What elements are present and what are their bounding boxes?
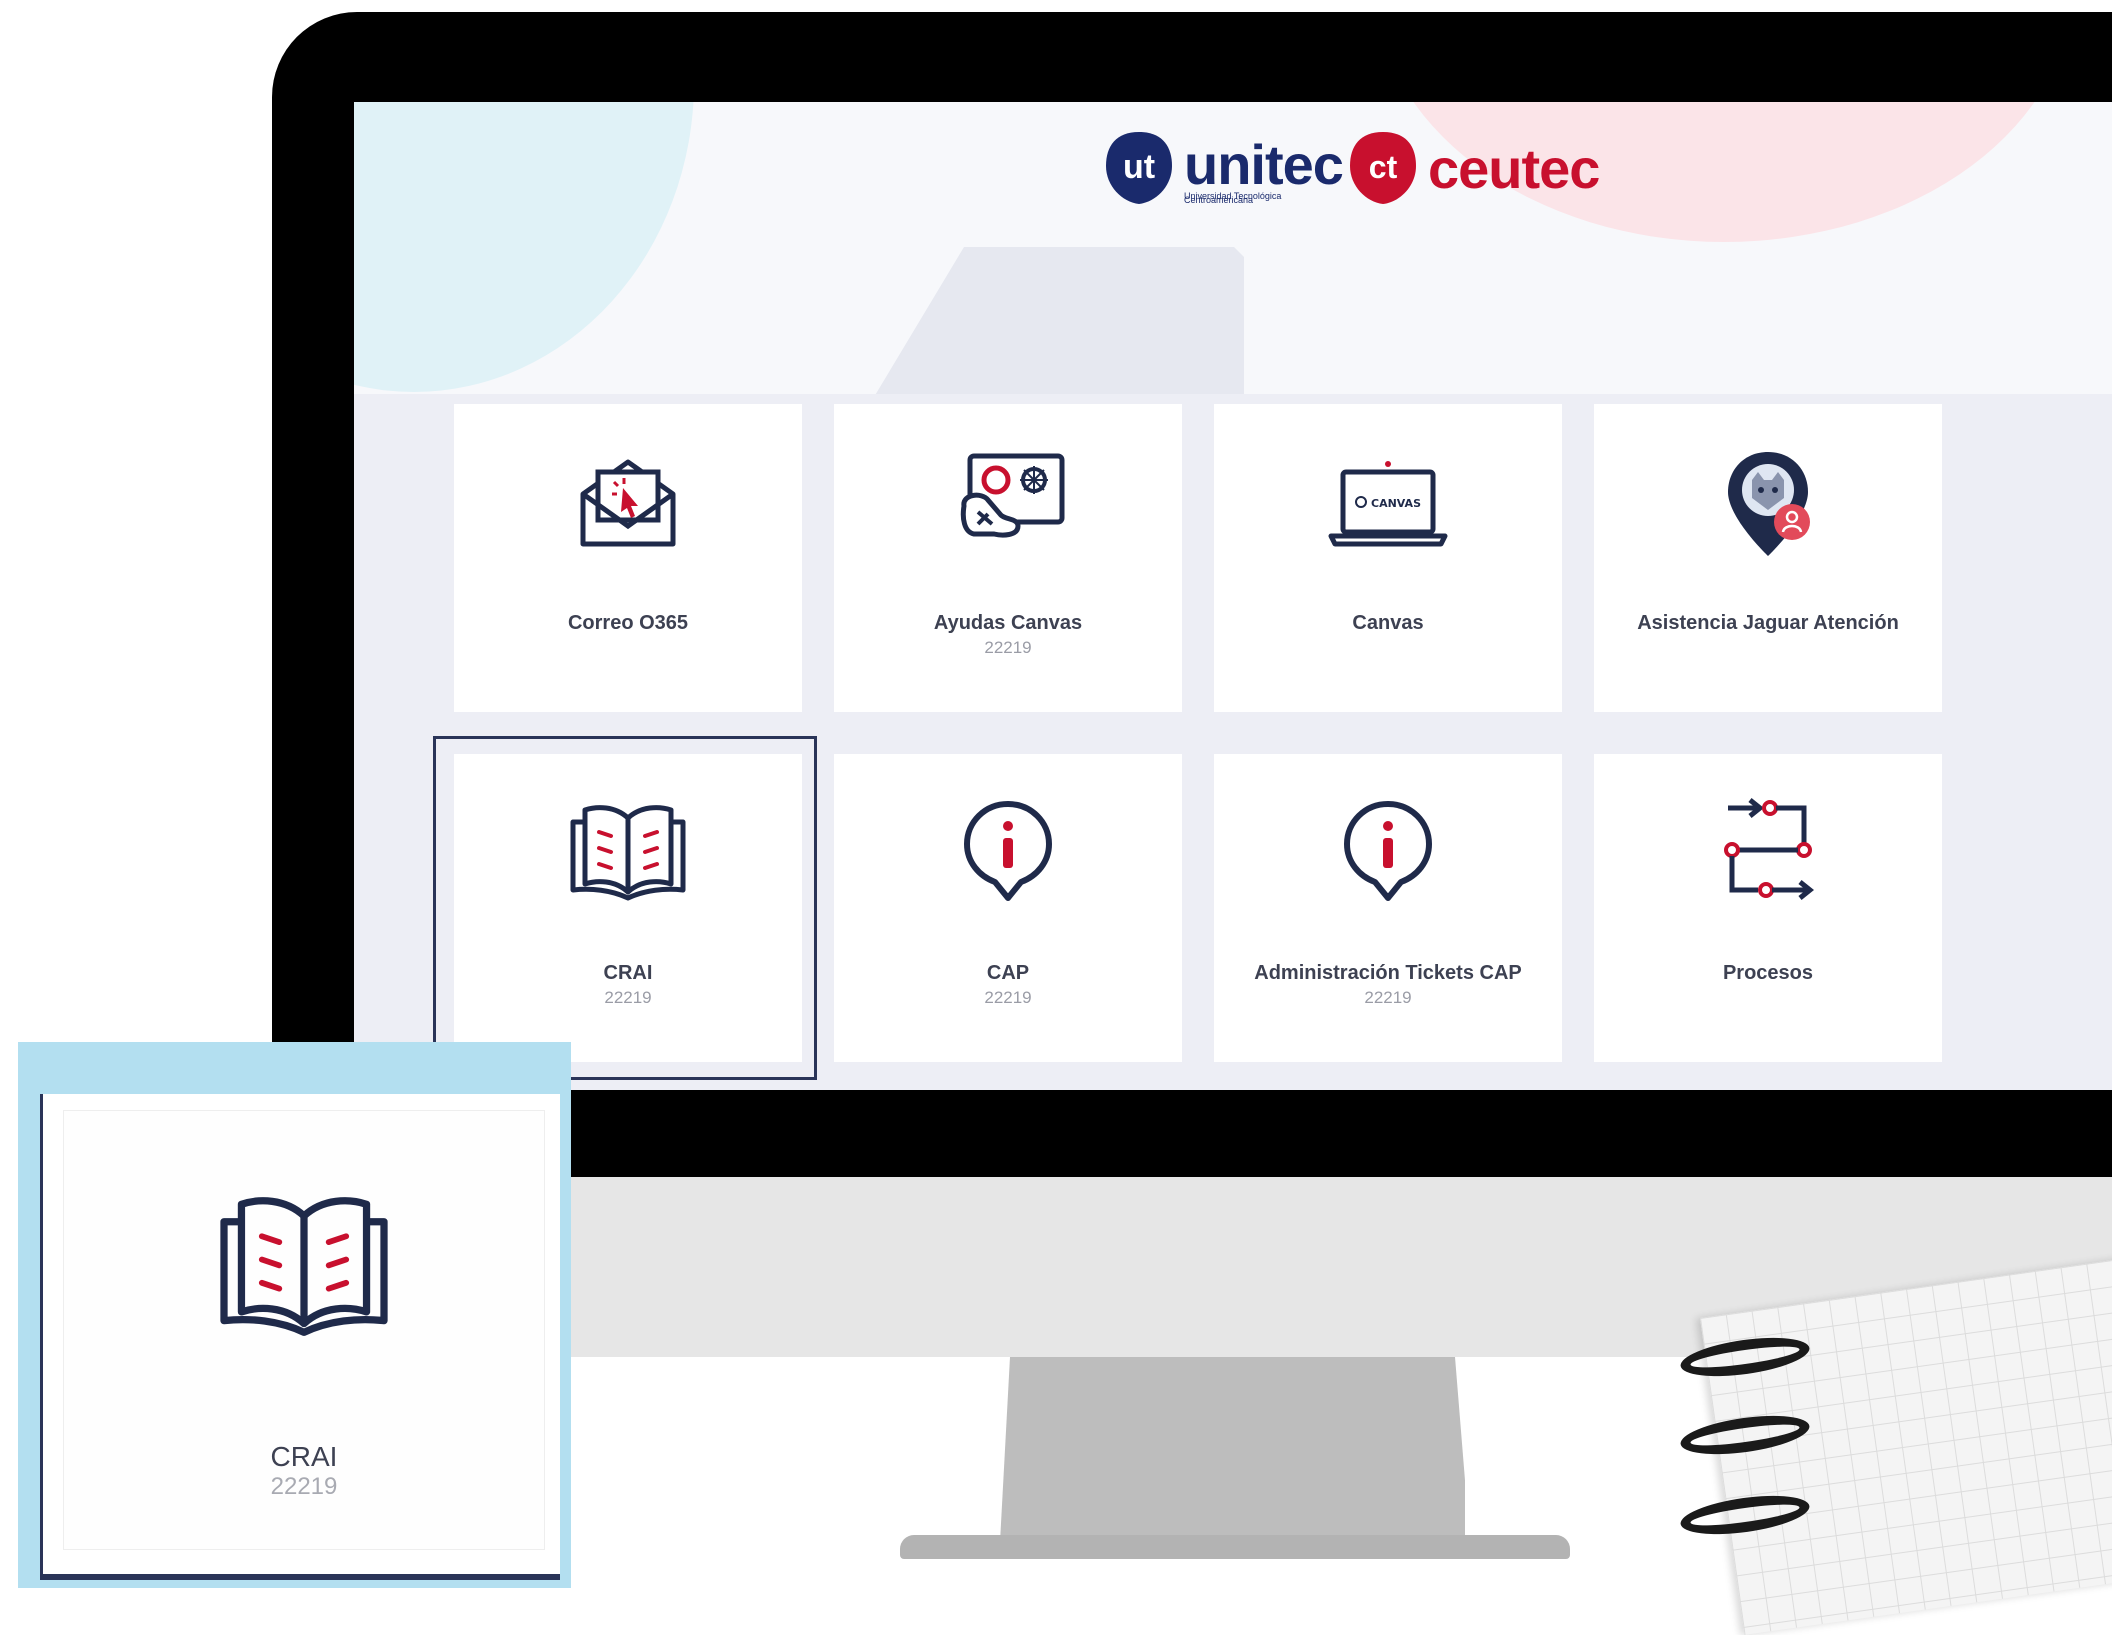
tile-ayudas-canvas[interactable]: Ayudas Canvas 22219	[834, 404, 1182, 712]
crai-tile-zoomed[interactable]: CRAI 22219	[63, 1110, 545, 1550]
tile-canvas[interactable]: CANVAS Canvas	[1214, 404, 1562, 712]
unitec-wordmark: unitec	[1184, 132, 1344, 196]
process-flow-icon	[1594, 794, 1942, 909]
svg-text:CANVAS: CANVAS	[1371, 497, 1421, 510]
portal-header: ut unitec Universidad Tecnológica Centro…	[354, 102, 2112, 394]
ceutec-shield-icon: ct	[1350, 132, 1416, 204]
ceutec-wordmark: ceutec	[1428, 136, 1600, 200]
callout-card: CRAI 22219	[40, 1094, 560, 1580]
tile-label: Ayudas Canvas	[933, 612, 1083, 634]
callout-label: CRAI	[270, 1441, 338, 1472]
tile-asistencia-jaguar[interactable]: Asistencia Jaguar Atención	[1594, 404, 1942, 712]
ceutec-logo[interactable]: ct ceutec	[1348, 130, 1600, 206]
tile-label: Canvas	[1352, 612, 1424, 634]
tile-sublabel: 22219	[984, 988, 1032, 1007]
tile-cap[interactable]: CAP 22219	[834, 754, 1182, 1062]
portal-screen: ut unitec Universidad Tecnológica Centro…	[354, 102, 2112, 1090]
laptop-icon: CANVAS	[1214, 444, 1562, 559]
tile-label: Administración Tickets CAP	[1254, 962, 1522, 984]
tile-sublabel: 22219	[984, 638, 1032, 657]
header-decoration	[874, 247, 1244, 394]
tile-label: Asistencia Jaguar Atención	[1637, 612, 1899, 634]
unitec-shield-icon: ut	[1106, 132, 1172, 204]
svg-text:ct: ct	[1369, 149, 1398, 185]
info-pin-icon	[834, 794, 1182, 909]
tile-administracion-tickets-cap[interactable]: Administración Tickets CAP 22219	[1214, 754, 1562, 1062]
crai-zoom-callout: CRAI 22219	[18, 1042, 571, 1588]
tile-sublabel: 22219	[1364, 988, 1412, 1007]
monitor-stand	[1000, 1357, 1465, 1542]
tile-label: Correo O365	[567, 612, 689, 634]
callout-sublabel: 22219	[270, 1473, 338, 1500]
monitor-foot	[900, 1535, 1570, 1559]
envelope-cursor-icon	[454, 444, 802, 559]
tile-procesos[interactable]: Procesos	[1594, 754, 1942, 1062]
canvas-help-icon	[834, 444, 1182, 559]
crai-highlight-frame	[433, 736, 817, 1080]
jaguar-location-pin-icon	[1594, 444, 1942, 569]
tile-label: CAP	[986, 962, 1030, 984]
unitec-logo[interactable]: ut unitec Universidad Tecnológica Centro…	[1104, 130, 1344, 206]
header-decoration	[354, 102, 694, 392]
tile-correo-o365[interactable]: Correo O365	[454, 404, 802, 712]
info-pin-icon	[1214, 794, 1562, 909]
svg-text:ut: ut	[1123, 148, 1155, 186]
tile-label: Procesos	[1722, 962, 1814, 984]
open-book-icon	[64, 1181, 544, 1346]
